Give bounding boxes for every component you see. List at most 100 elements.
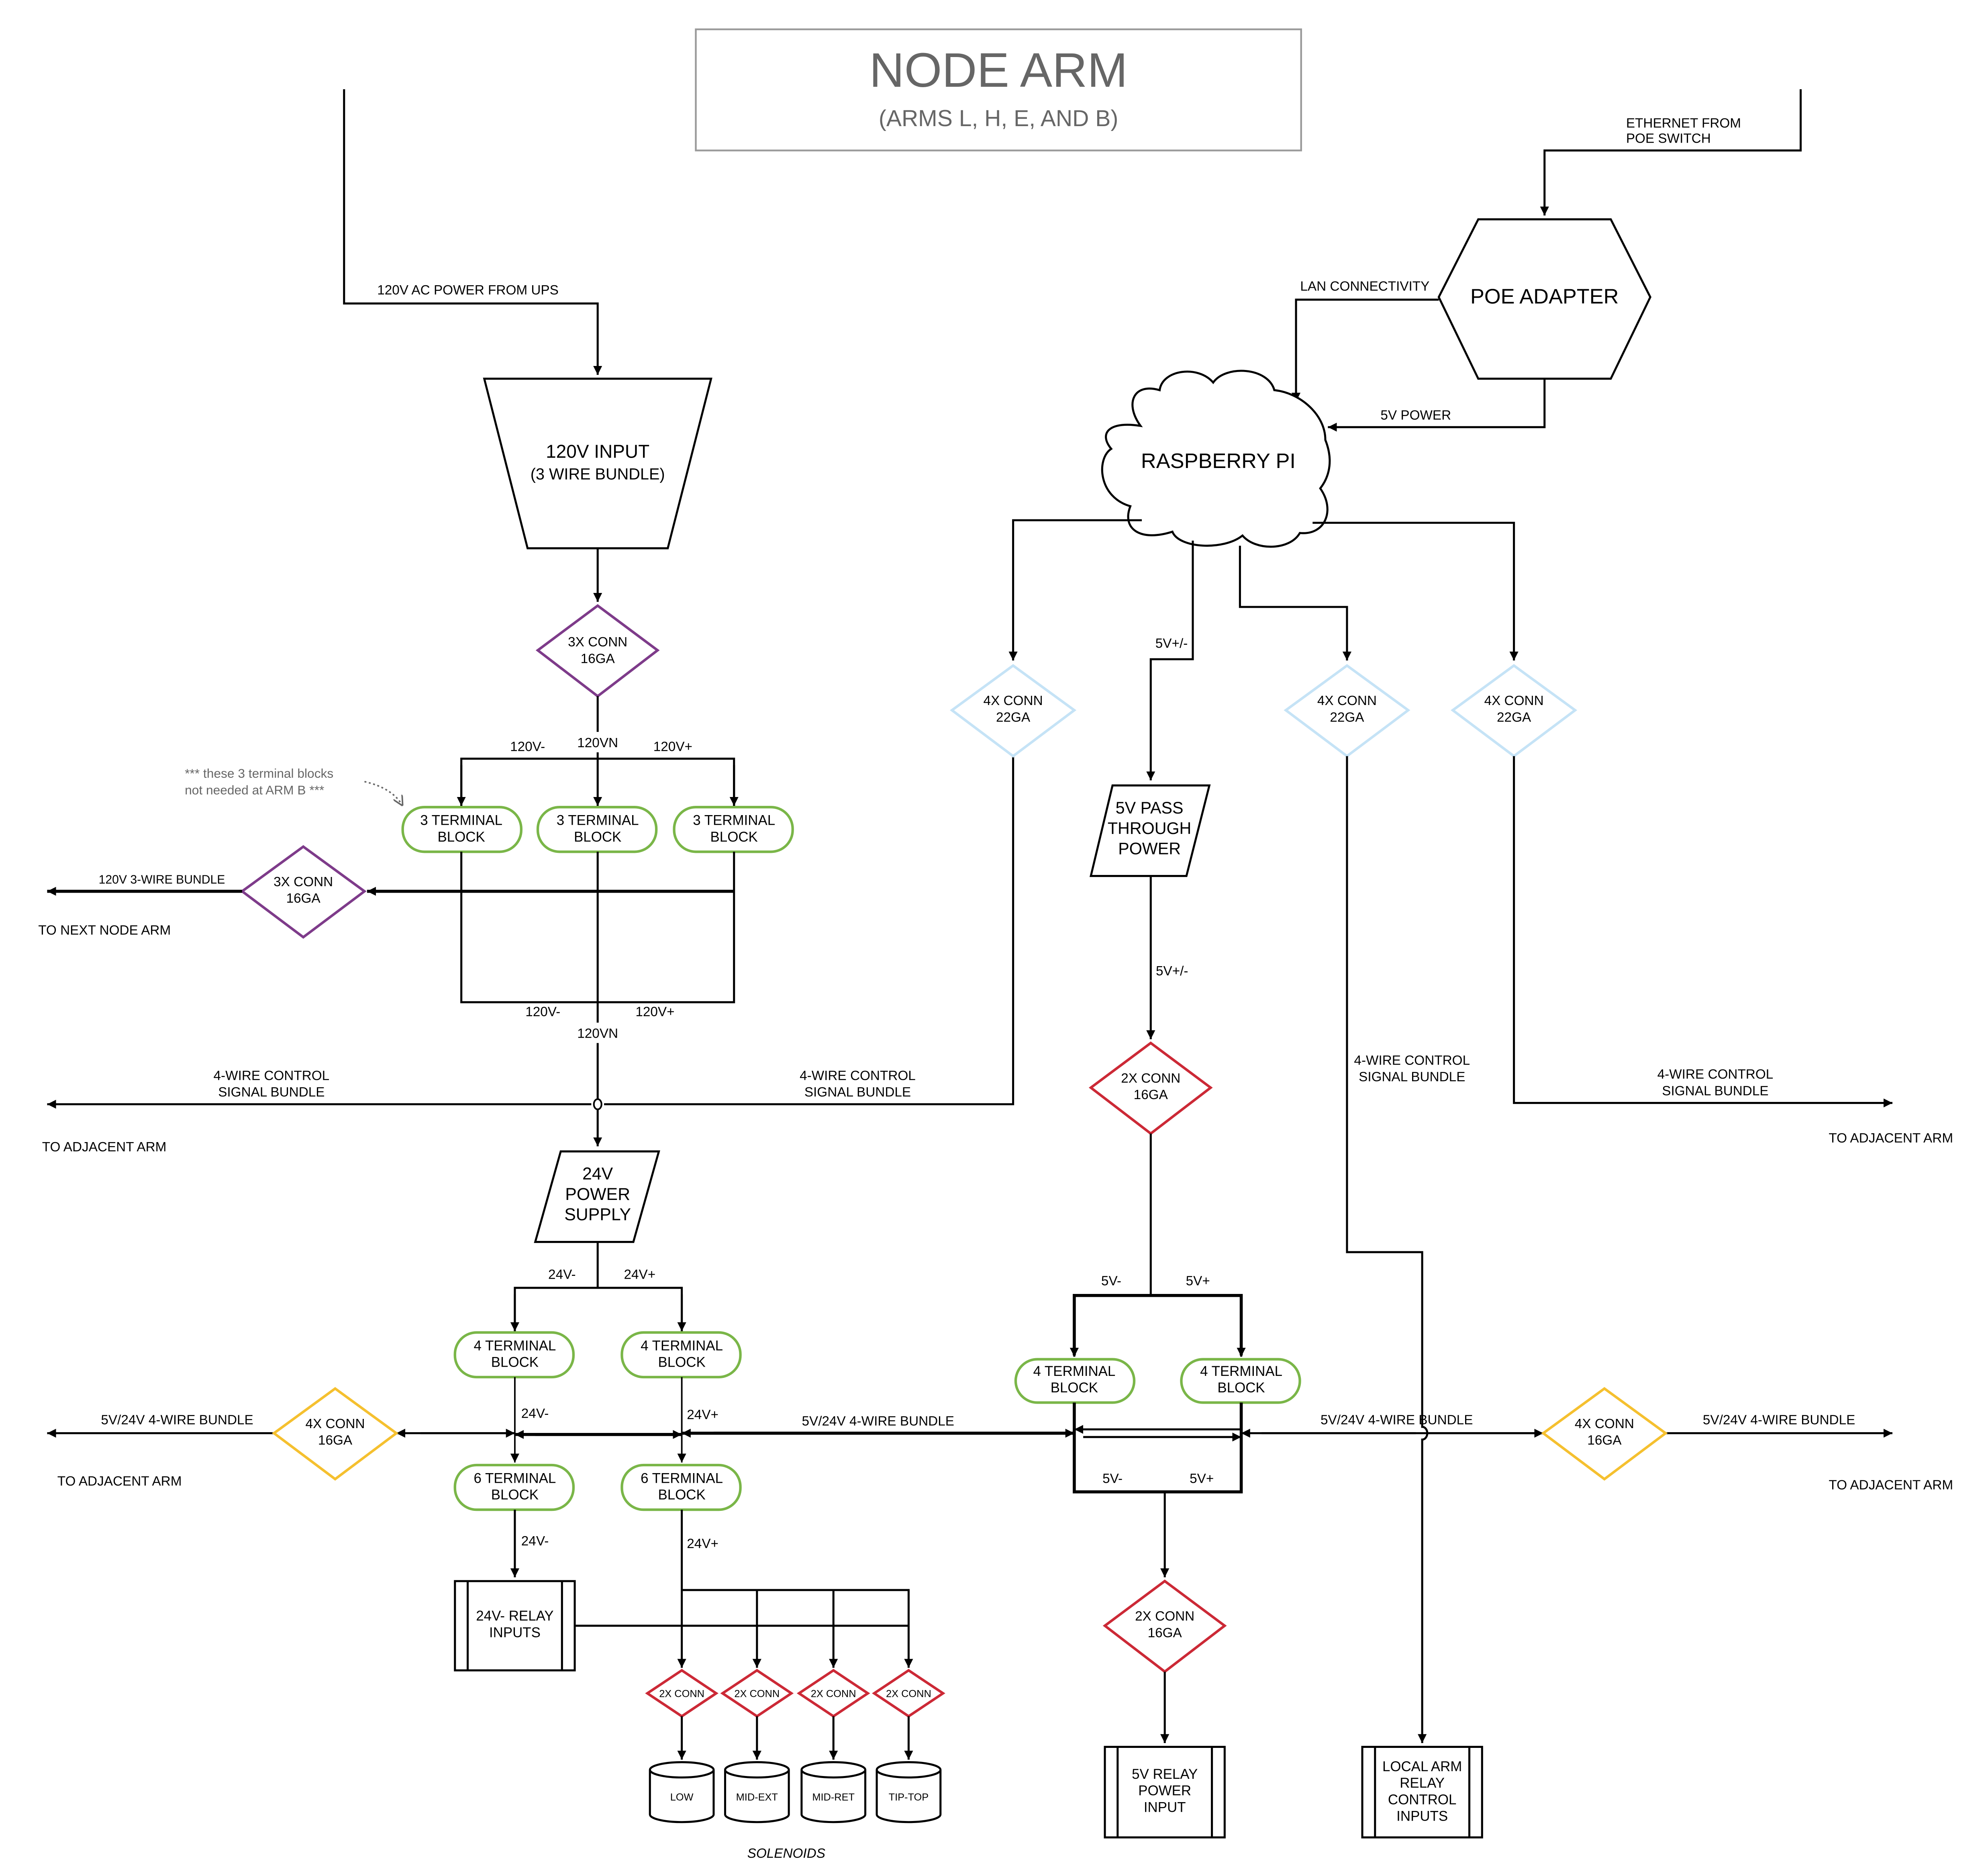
conn-label: 3X CONN	[568, 635, 627, 650]
note-line: not needed at ARM B ***	[185, 783, 324, 797]
label-5v-minus: 5V-	[1101, 1273, 1121, 1288]
conn-4x-22ga-1: 4X CONN 22GA	[949, 664, 1077, 758]
tb-label: BLOCK	[710, 829, 758, 845]
conn-4x-16ga-left: 4X CONN 16GA	[271, 1387, 399, 1481]
tb-label: BLOCK	[574, 829, 621, 845]
label-120vn: 120VN	[577, 736, 618, 750]
relay-24v-inputs: 24V- RELAY INPUTS	[454, 1580, 576, 1672]
solenoid-label: MID-EXT	[736, 1792, 778, 1803]
label-5v24v-bundle: 5V/24V 4-WIRE BUNDLE	[802, 1414, 954, 1429]
tb-label: 3 TERMINAL	[693, 813, 775, 828]
label-to-next-node: TO NEXT NODE ARM	[38, 923, 171, 938]
tb-label: 4 TERMINAL	[1033, 1363, 1115, 1379]
local-control-bundle-wire	[1346, 756, 1429, 1743]
conn-label: 4X CONN	[1484, 693, 1544, 708]
tb-label: 3 TERMINAL	[420, 813, 502, 828]
ethernet-label: ETHERNET FROM	[1626, 116, 1741, 131]
label-120v-bundle: 120V 3-WIRE BUNDLE	[99, 873, 225, 887]
label-24v-plus: 24V+	[624, 1267, 656, 1282]
label-control-bundle: SIGNAL BUNDLE	[804, 1085, 911, 1100]
relay-label: 5V RELAY	[1132, 1766, 1198, 1782]
conn-label: 16GA	[1134, 1087, 1168, 1102]
relay-label: LOCAL ARM	[1382, 1759, 1462, 1774]
conn-label: 16GA	[1587, 1433, 1622, 1448]
tb-label: BLOCK	[1051, 1380, 1098, 1396]
relay-label: 24V- RELAY	[476, 1608, 553, 1624]
psu-label: SUPPLY	[564, 1205, 631, 1224]
label-120v-minus: 120V-	[525, 1005, 560, 1020]
tb-label: 4 TERMINAL	[1200, 1363, 1282, 1379]
lan-wire	[1291, 298, 1439, 402]
label-5v-pm: 5V+/-	[1156, 964, 1188, 979]
label-control-bundle: SIGNAL BUNDLE	[1359, 1070, 1465, 1085]
wire	[1073, 1294, 1243, 1356]
conn-label: 2X CONN	[811, 1688, 856, 1700]
conn-4x-22ga-3: 4X CONN 22GA	[1450, 664, 1578, 758]
relay-5v-power-input: 5V RELAY POWER INPUT	[1104, 1745, 1226, 1839]
label-control-bundle: SIGNAL BUNDLE	[218, 1085, 325, 1100]
label-5v-pm: 5V+/-	[1155, 636, 1188, 651]
label-5v-plus: 5V+	[1186, 1273, 1210, 1288]
label-120v-plus: 120V+	[653, 740, 692, 754]
solenoid-mid-ret: MID-RET	[800, 1761, 867, 1823]
relay-label: INPUTS	[489, 1625, 541, 1640]
conn-label: 22GA	[1330, 710, 1364, 725]
relay-label: RELAY	[1400, 1775, 1445, 1791]
conn-2x-16ga-top: 2X CONN 16GA	[1088, 1041, 1213, 1135]
label-control-bundle: 4-WIRE CONTROL	[800, 1068, 916, 1083]
solenoid-tip-top: TIP-TOP	[876, 1761, 942, 1823]
raspberry-pi-label: RASPBERRY PI	[1141, 450, 1296, 473]
terminal-4-5v-minus: 4 TERMINAL BLOCK	[1014, 1358, 1136, 1404]
input-120v-label: 120V INPUT	[546, 441, 649, 462]
local-arm-relay-control-inputs: LOCAL ARM RELAY CONTROL INPUTS	[1361, 1745, 1483, 1839]
note-pointer-arrow	[364, 781, 403, 806]
relay-label: CONTROL	[1388, 1792, 1457, 1807]
label-control-bundle: 4-WIRE CONTROL	[214, 1068, 330, 1083]
terminal-3-left: 3 TERMINAL BLOCK	[401, 806, 523, 853]
conn-3x-left: 3X CONN 16GA	[240, 845, 367, 939]
pi-to-conn-wire	[1312, 521, 1519, 661]
ethernet-wire	[1540, 89, 1802, 216]
conn-label: 2X CONN	[734, 1688, 780, 1700]
page-title: NODE ARM	[869, 43, 1128, 97]
tb-label: 4 TERMINAL	[641, 1338, 723, 1353]
conn-label: 2X CONN	[1121, 1071, 1180, 1086]
wire	[1073, 1402, 1243, 1494]
note-line: *** these 3 terminal blocks	[185, 766, 333, 781]
junction-hop	[593, 1098, 602, 1110]
wire	[682, 1589, 910, 1626]
label-120vn: 120VN	[577, 1026, 618, 1041]
terminal-4-5v-plus: 4 TERMINAL BLOCK	[1180, 1358, 1301, 1404]
input-120v-sublabel: (3 WIRE BUNDLE)	[531, 465, 665, 483]
conn-label: 4X CONN	[1575, 1416, 1634, 1431]
poe-adapter: POE ADAPTER	[1437, 218, 1651, 380]
label-control-bundle: SIGNAL BUNDLE	[1662, 1084, 1768, 1099]
label-5v-plus: 5V+	[1190, 1471, 1214, 1486]
conn-2x-16ga-bottom: 2X CONN 16GA	[1102, 1579, 1227, 1674]
conn-label: 16GA	[286, 891, 321, 906]
label-24v-minus: 24V-	[548, 1267, 576, 1282]
conn-label: 16GA	[318, 1433, 353, 1448]
conn-label: 16GA	[581, 652, 615, 666]
label-24v-minus: 24V-	[521, 1406, 549, 1421]
label-24v-minus: 24V-	[521, 1534, 549, 1549]
solenoid-low: LOW	[649, 1761, 715, 1823]
label-24v-plus: 24V+	[687, 1408, 718, 1422]
tb-label: 3 TERMINAL	[557, 813, 639, 828]
conn-4x-22ga-2: 4X CONN 22GA	[1284, 664, 1410, 758]
solenoid-label: MID-RET	[812, 1792, 855, 1803]
label-to-adjacent-arm: TO ADJACENT ARM	[57, 1474, 182, 1489]
label-5v-power: 5V POWER	[1380, 408, 1451, 423]
psu-label: POWER	[565, 1185, 630, 1204]
ac-power-feed: 120V AC POWER FROM UPS	[343, 89, 602, 375]
conn-label: 16GA	[1148, 1625, 1182, 1640]
wire	[514, 1287, 683, 1331]
label-to-adjacent-arm: TO ADJACENT ARM	[42, 1140, 167, 1155]
passthrough-5v: 5V PASS THROUGH POWER	[1089, 784, 1211, 877]
tb-label: BLOCK	[658, 1487, 705, 1503]
arm-b-note: *** these 3 terminal blocks not needed a…	[185, 766, 403, 806]
label-5v24v-bundle: 5V/24V 4-WIRE BUNDLE	[101, 1412, 253, 1427]
tb-label: BLOCK	[658, 1355, 705, 1370]
terminal-3-right: 3 TERMINAL BLOCK	[673, 806, 794, 853]
conn-label: 22GA	[1497, 710, 1531, 725]
